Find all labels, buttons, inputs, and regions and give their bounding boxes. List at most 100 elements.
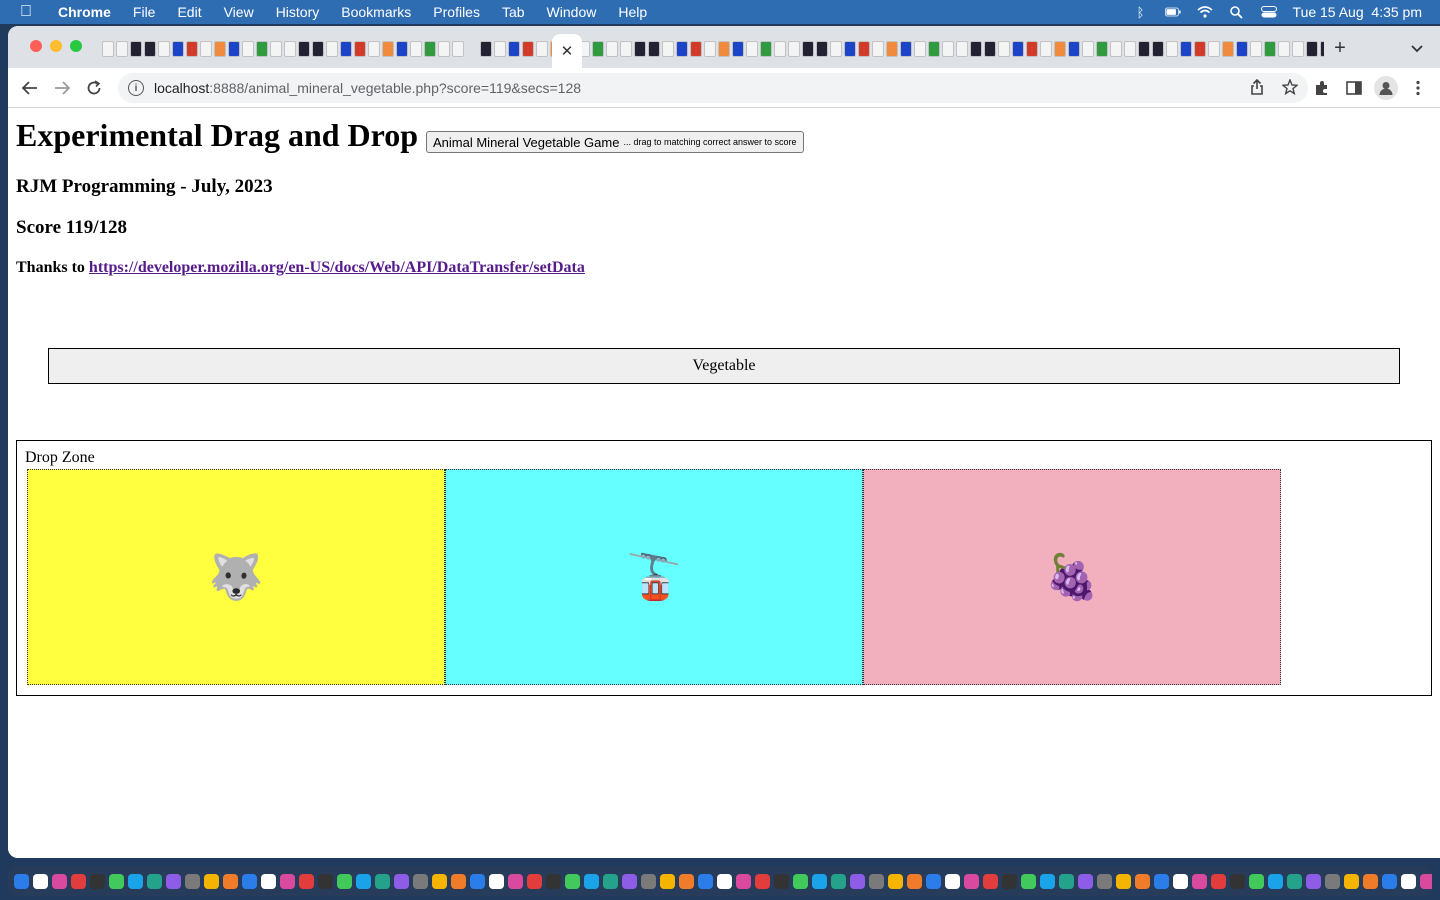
menu-window[interactable]: Window xyxy=(547,4,597,20)
dock-app-icon[interactable] xyxy=(128,873,143,889)
dock-app-icon[interactable] xyxy=(793,873,808,889)
dock-app-icon[interactable] xyxy=(1154,873,1169,889)
dock-app-icon[interactable] xyxy=(1420,873,1432,889)
control-center-icon[interactable] xyxy=(1260,5,1277,19)
pinned-tab[interactable] xyxy=(1082,41,1094,57)
menu-tab[interactable]: Tab xyxy=(502,4,525,20)
pinned-tab[interactable] xyxy=(648,41,660,57)
pinned-tab[interactable] xyxy=(998,41,1010,57)
menu-app-name[interactable]: Chrome xyxy=(58,4,111,20)
pinned-tab[interactable] xyxy=(634,41,646,57)
pinned-tab[interactable] xyxy=(1068,41,1080,57)
dock-app-icon[interactable] xyxy=(204,873,219,889)
dock-app-icon[interactable] xyxy=(1211,873,1226,889)
dock-app-icon[interactable] xyxy=(1135,873,1150,889)
dock-app-icon[interactable] xyxy=(1344,873,1359,889)
pinned-tab[interactable] xyxy=(886,41,898,57)
pinned-tab[interactable] xyxy=(774,41,786,57)
dock-app-icon[interactable] xyxy=(1325,873,1340,889)
pinned-tab[interactable] xyxy=(312,41,324,57)
draggable-answer-vegetable[interactable]: Vegetable xyxy=(48,348,1400,384)
extensions-puzzle-icon[interactable] xyxy=(1310,76,1334,100)
dock-app-icon[interactable] xyxy=(508,873,523,889)
dock-app-icon[interactable] xyxy=(337,873,352,889)
pinned-tab[interactable] xyxy=(158,41,170,57)
pinned-tab[interactable] xyxy=(802,41,814,57)
pinned-tab[interactable] xyxy=(144,41,156,57)
dock-app-icon[interactable] xyxy=(413,873,428,889)
dock-app-icon[interactable] xyxy=(679,873,694,889)
dock-app-icon[interactable] xyxy=(717,873,732,889)
pinned-tab[interactable] xyxy=(410,41,422,57)
dock-app-icon[interactable] xyxy=(33,873,48,889)
pinned-tab[interactable] xyxy=(690,41,702,57)
mdn-setdata-link[interactable]: https://developer.mozilla.org/en-US/docs… xyxy=(89,259,585,276)
dock-app-icon[interactable] xyxy=(14,873,29,889)
bookmark-star-icon[interactable] xyxy=(1281,78,1299,99)
dock-app-icon[interactable] xyxy=(280,873,295,889)
pinned-tab[interactable] xyxy=(354,41,366,57)
dock-app-icon[interactable] xyxy=(736,873,751,889)
pinned-tab[interactable] xyxy=(592,41,604,57)
pinned-tab[interactable] xyxy=(844,41,856,57)
pinned-tab[interactable] xyxy=(1026,41,1038,57)
pinned-tab[interactable] xyxy=(1320,41,1324,57)
drop-target-vegetable[interactable]: 🍇 xyxy=(863,469,1281,685)
forward-arrow-icon[interactable] xyxy=(50,76,74,100)
drop-target-mineral[interactable]: 🚡 xyxy=(445,469,863,685)
pinned-tab[interactable] xyxy=(788,41,800,57)
pinned-tab[interactable] xyxy=(424,41,436,57)
dock-app-icon[interactable] xyxy=(1268,873,1283,889)
pinned-tab[interactable] xyxy=(984,41,996,57)
dock-app-icon[interactable] xyxy=(71,873,86,889)
dock-app-icon[interactable] xyxy=(812,873,827,889)
window-maximize-button[interactable] xyxy=(70,40,82,52)
dock-app-icon[interactable] xyxy=(584,873,599,889)
pinned-tab[interactable] xyxy=(1208,41,1220,57)
pinned-tab[interactable] xyxy=(676,41,688,57)
pinned-tab[interactable] xyxy=(200,41,212,57)
pinned-tab[interactable] xyxy=(102,41,114,57)
reload-icon[interactable] xyxy=(82,76,106,100)
pinned-tab[interactable] xyxy=(1292,41,1304,57)
dock-app-icon[interactable] xyxy=(1249,873,1264,889)
pinned-tab[interactable] xyxy=(1264,41,1276,57)
drop-zone[interactable]: Drop Zone 🐺 🚡 🍇 xyxy=(16,440,1432,696)
pinned-tab[interactable] xyxy=(1236,41,1248,57)
window-close-button[interactable] xyxy=(30,40,42,52)
pinned-tab[interactable] xyxy=(704,41,716,57)
pinned-tab[interactable] xyxy=(1306,41,1318,57)
dock-app-icon[interactable] xyxy=(698,873,713,889)
close-tab-icon[interactable]: ✕ xyxy=(561,42,574,60)
dock-app-icon[interactable] xyxy=(1059,873,1074,889)
dock-app-icon[interactable] xyxy=(1363,873,1378,889)
dock-app-icon[interactable] xyxy=(1116,873,1131,889)
dock-app-icon[interactable] xyxy=(622,873,637,889)
dock-app-icon[interactable] xyxy=(223,873,238,889)
window-minimize-button[interactable] xyxy=(50,40,62,52)
pinned-tab[interactable] xyxy=(1194,41,1206,57)
pinned-tab[interactable] xyxy=(1278,41,1290,57)
dock-app-icon[interactable] xyxy=(641,873,656,889)
pinned-tab[interactable] xyxy=(326,41,338,57)
pinned-tab[interactable] xyxy=(1166,41,1178,57)
share-icon[interactable] xyxy=(1250,78,1264,99)
pinned-tab[interactable] xyxy=(284,41,296,57)
pinned-tab[interactable] xyxy=(242,41,254,57)
dock-app-icon[interactable] xyxy=(1040,873,1055,889)
pinned-tab[interactable] xyxy=(494,41,506,57)
dock-app-icon[interactable] xyxy=(546,873,561,889)
pinned-tab[interactable] xyxy=(956,41,968,57)
pinned-tab[interactable] xyxy=(522,41,534,57)
dock-app-icon[interactable] xyxy=(1173,873,1188,889)
dock-app-icon[interactable] xyxy=(470,873,485,889)
dock-app-icon[interactable] xyxy=(565,873,580,889)
pinned-tab[interactable] xyxy=(1222,41,1234,57)
pinned-tab[interactable] xyxy=(746,41,758,57)
dock-app-icon[interactable] xyxy=(945,873,960,889)
pinned-tab[interactable] xyxy=(1054,41,1066,57)
dock-app-icon[interactable] xyxy=(299,873,314,889)
pinned-tab[interactable] xyxy=(914,41,926,57)
apple-icon[interactable]:  xyxy=(20,3,38,21)
drop-target-animal[interactable]: 🐺 xyxy=(27,469,445,685)
